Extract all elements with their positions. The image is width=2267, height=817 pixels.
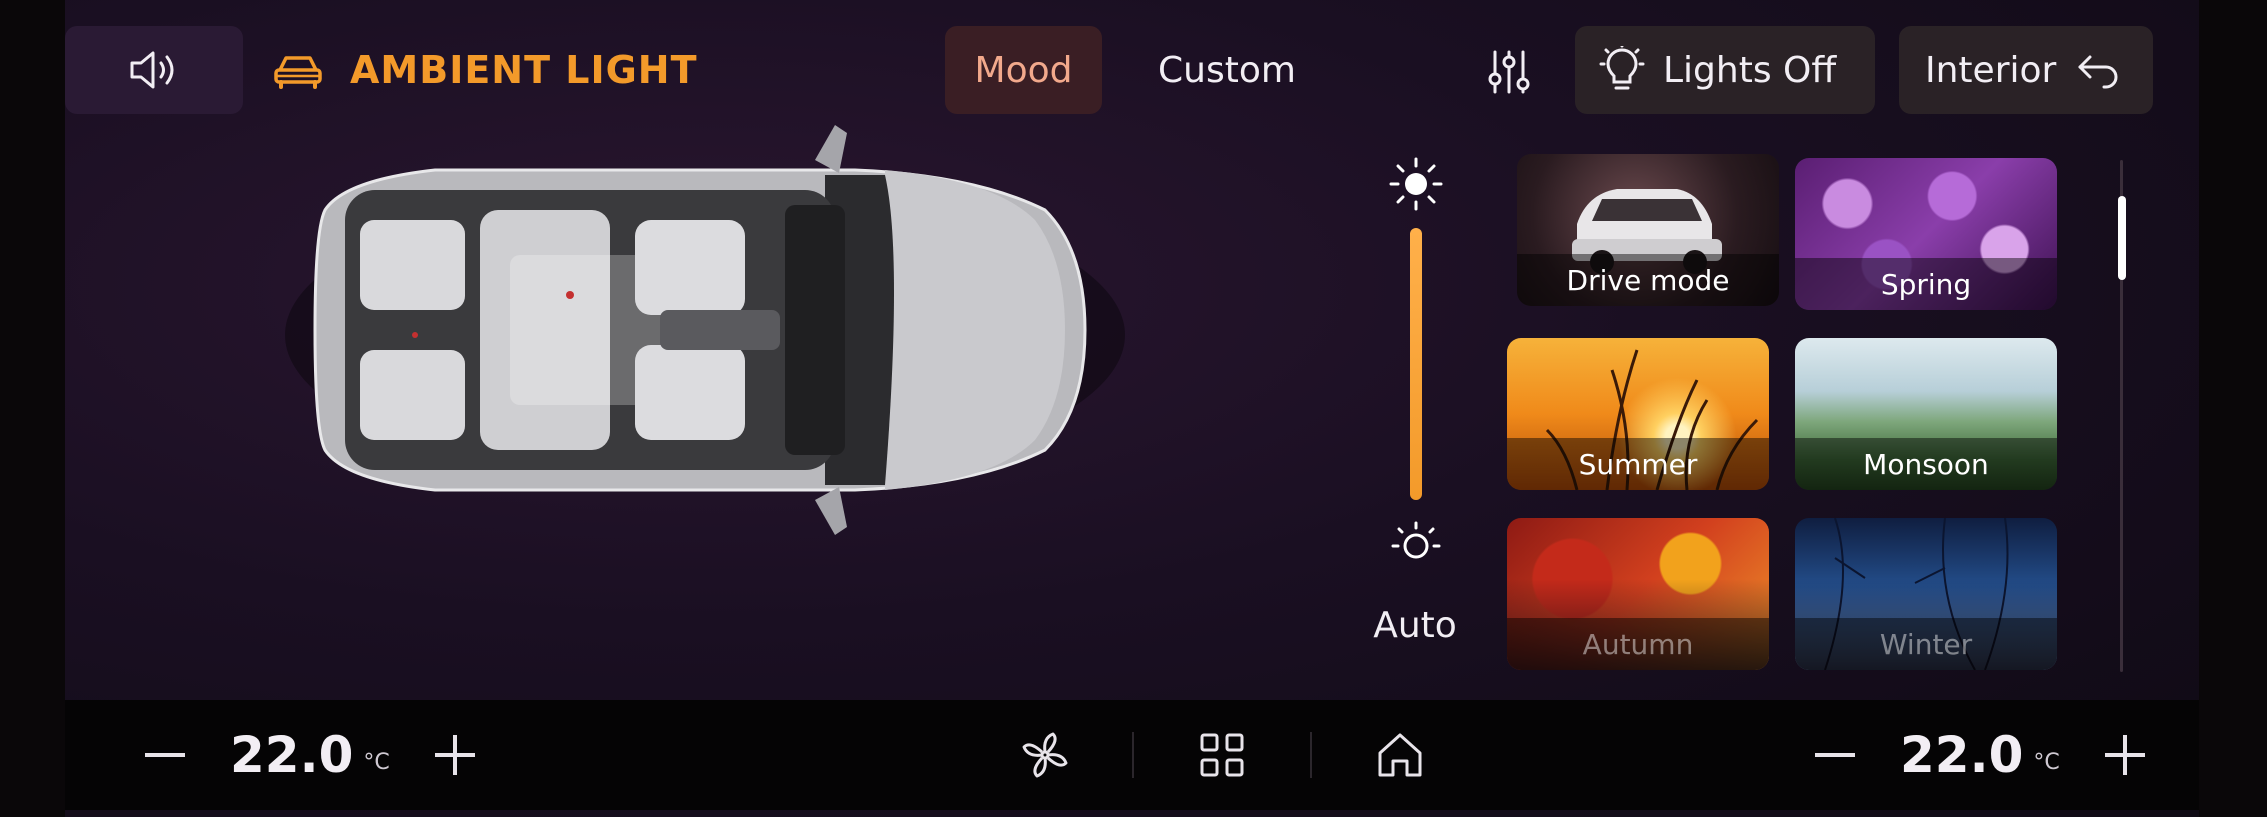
theme-tile-summer[interactable]: Summer: [1507, 338, 1769, 490]
home-button[interactable]: [1365, 722, 1435, 788]
theme-tile-drive-mode[interactable]: Drive mode: [1517, 154, 1779, 306]
back-arrow-icon: [2078, 55, 2118, 89]
climate-bar: 22.0 °C 22.0 °C: [65, 700, 2199, 810]
theme-tile-monsoon[interactable]: Monsoon: [1795, 338, 2057, 490]
theme-label: Spring: [1795, 258, 2057, 310]
right-temperature-control: 22.0 °C: [1800, 700, 2160, 810]
tab-mood[interactable]: Mood: [945, 26, 1102, 114]
plus-icon: [2104, 735, 2145, 775]
lights-off-label: Lights Off: [1663, 49, 1837, 91]
left-temp-unit: °C: [363, 749, 390, 775]
theme-label: Summer: [1507, 438, 1769, 490]
theme-label: Monsoon: [1795, 438, 2057, 490]
fan-button[interactable]: [1010, 722, 1080, 788]
lights-off-button[interactable]: Lights Off: [1575, 26, 1875, 114]
bulb-icon: [1599, 46, 1645, 90]
bottom-divider: [1132, 732, 1134, 778]
interior-button[interactable]: Interior: [1899, 26, 2153, 114]
minus-icon: [145, 753, 185, 757]
apps-grid-icon: [1200, 733, 1244, 777]
left-temperature-control: 22.0 °C: [130, 700, 490, 810]
sound-button[interactable]: [65, 26, 243, 114]
theme-tile-spring[interactable]: Spring: [1795, 158, 2057, 310]
screen-header: AMBIENT LIGHT: [272, 26, 698, 114]
right-temp-value: 22.0: [1900, 726, 2024, 784]
apps-button[interactable]: [1187, 722, 1257, 788]
fan-icon: [1022, 732, 1068, 778]
right-temp-increase-button[interactable]: [2090, 720, 2160, 790]
ambient-light-screen: AMBIENT LIGHT Mood Custom Lights Off Int…: [65, 0, 2199, 817]
brightness-slider-fill: [1410, 228, 1422, 500]
sliders-icon: [1488, 50, 1530, 94]
plus-icon: [434, 735, 475, 775]
brightness-control: Auto: [1355, 150, 1475, 670]
interior-label: Interior: [1925, 49, 2057, 91]
minus-icon: [1815, 753, 1855, 757]
page-title: AMBIENT LIGHT: [350, 48, 698, 92]
car-icon: [274, 56, 322, 89]
speaker-icon: [130, 51, 174, 89]
left-temp-increase-button[interactable]: [420, 720, 490, 790]
brightness-slider[interactable]: [1410, 228, 1422, 500]
sun-bright-icon: [1389, 157, 1443, 211]
theme-label: Winter: [1795, 618, 2057, 670]
right-temp-decrease-button[interactable]: [1800, 720, 1870, 790]
right-temp-unit: °C: [2033, 749, 2060, 775]
tab-custom-label: Custom: [1158, 49, 1296, 91]
tab-custom[interactable]: Custom: [1132, 26, 1322, 114]
left-temp-value: 22.0: [230, 726, 354, 784]
theme-label: Autumn: [1507, 618, 1769, 670]
equalizer-button[interactable]: [1477, 40, 1541, 104]
sun-dim-icon: [1391, 521, 1441, 559]
brightness-mode-label[interactable]: Auto: [1355, 605, 1475, 646]
car-top-view-image: [265, 120, 1165, 540]
bottom-divider: [1310, 732, 1312, 778]
theme-tile-autumn[interactable]: Autumn: [1507, 518, 1769, 670]
left-temp-decrease-button[interactable]: [130, 720, 200, 790]
theme-label: Drive mode: [1517, 254, 1779, 306]
theme-tile-winter[interactable]: Winter: [1795, 518, 2057, 670]
themes-scrollbar-thumb[interactable]: [2118, 196, 2126, 280]
home-icon: [1378, 733, 1422, 777]
tab-mood-label: Mood: [974, 49, 1073, 91]
